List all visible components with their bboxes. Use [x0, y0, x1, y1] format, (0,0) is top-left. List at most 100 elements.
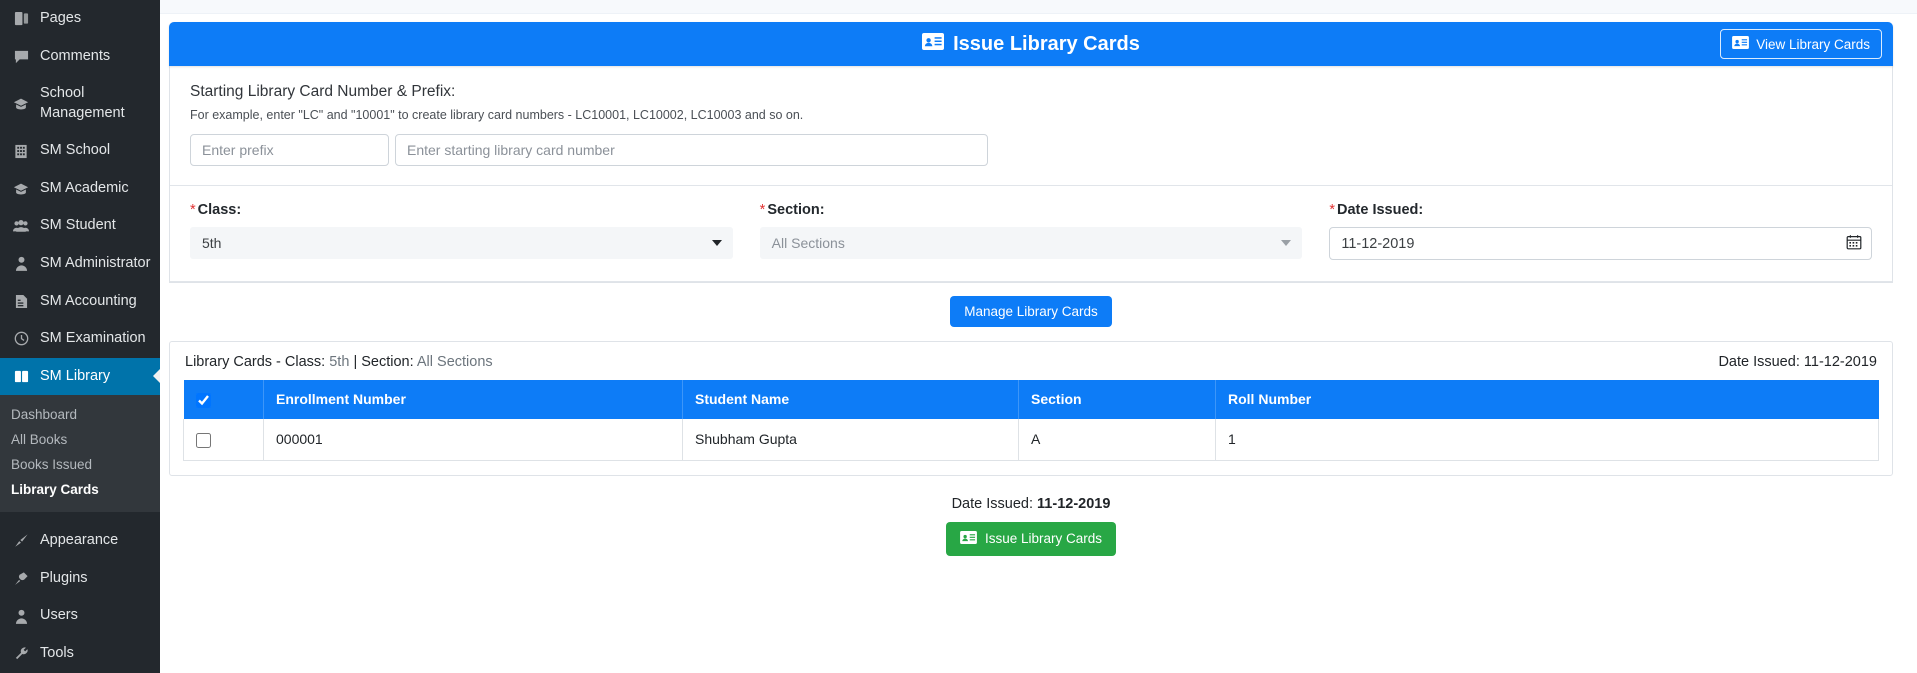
sidebar-item-users[interactable]: Users [0, 597, 160, 635]
plug-icon [11, 571, 31, 586]
date-issued-label-text: Date Issued: [1337, 202, 1424, 218]
sidebar-item-label: SM Administrator [40, 254, 151, 271]
date-issued-field: * Date Issued: 11-12-2019 [1329, 202, 1873, 260]
pages-icon [11, 11, 31, 26]
view-library-cards-label: View Library Cards [1756, 36, 1870, 52]
view-library-cards-button[interactable]: View Library Cards [1720, 29, 1882, 59]
sidebar-item-sm-school[interactable]: SM School [0, 132, 160, 170]
date-issued-input[interactable]: 11-12-2019 [1329, 227, 1873, 260]
main-content: Issue Library Cards View Library Cards S… [160, 0, 1917, 673]
top-strip [160, 0, 1917, 14]
sidebar-item-label: SM Accounting [40, 292, 137, 309]
footer-date-value: 11-12-2019 [1037, 495, 1111, 512]
date-issued-label: * Date Issued: [1329, 202, 1872, 218]
graduation-cap-icon [11, 181, 31, 197]
section-label: * Section: [760, 202, 1303, 218]
sidebar-item-pages[interactable]: Pages [0, 0, 160, 38]
column-header-section[interactable]: Section [1018, 380, 1216, 419]
select-all-checkbox[interactable] [195, 392, 211, 408]
results-date-issued-label: Date Issued: [1718, 354, 1800, 370]
sidebar-item-sm-academic[interactable]: SM Academic [0, 170, 160, 208]
sidebar-item-sm-examination[interactable]: SM Examination [0, 320, 160, 358]
column-header-student-name[interactable]: Student Name [682, 380, 1019, 419]
column-header-enrollment-number[interactable]: Enrollment Number [263, 380, 683, 419]
sidebar-item-label: Appearance [40, 532, 119, 549]
sidebar-item-label: Users [40, 607, 78, 624]
sidebar-subitem-library-cards[interactable]: Library Cards [0, 477, 160, 502]
required-marker: * [759, 202, 766, 218]
admin-sidebar: Pages Comments School Management SM Scho… [0, 0, 160, 673]
section-select[interactable]: All Sections [759, 227, 1303, 259]
starting-card-number-input[interactable] [395, 134, 988, 166]
issue-library-cards-label: Issue Library Cards [984, 531, 1103, 547]
sidebar-item-school-management[interactable]: School Management [0, 75, 160, 132]
sidebar-item-label: Comments [40, 47, 111, 64]
comments-icon [11, 49, 31, 64]
graduation-cap-icon [11, 96, 31, 112]
chevron-down-icon [1281, 240, 1292, 246]
results-heading-class: 5th [329, 354, 350, 370]
sidebar-item-comments[interactable]: Comments [0, 38, 160, 76]
column-header-roll-number[interactable]: Roll Number [1215, 380, 1879, 419]
sidebar-item-label: Pages [40, 10, 82, 26]
footer-date-issued: Date Issued: 11-12-2019 [169, 496, 1893, 512]
results-header: Library Cards - Class: 5th | Section: Al… [183, 354, 1879, 380]
building-icon [11, 144, 31, 159]
issue-library-cards-button[interactable]: Issue Library Cards [945, 521, 1117, 556]
library-cards-results-panel: Library Cards - Class: 5th | Section: Al… [169, 341, 1893, 476]
sidebar-submenu-library: Dashboard All Books Books Issued Library… [0, 395, 160, 513]
manage-library-cards-button[interactable]: Manage Library Cards [950, 296, 1112, 327]
table-head: Enrollment Number Student Name Section R… [183, 380, 1879, 419]
issue-footer: Date Issued: 11-12-2019 Issue Library Ca… [169, 476, 1893, 556]
cell-student-name: Shubham Gupta [682, 418, 1019, 461]
section-field: * Section: All Sections [759, 202, 1303, 260]
sidebar-item-label: School Management [40, 85, 125, 121]
sidebar-item-tools[interactable]: Tools [0, 635, 160, 673]
page-title-text: Issue Library Cards [953, 32, 1140, 55]
row-select-cell [183, 418, 264, 461]
sidebar-item-plugins[interactable]: Plugins [0, 560, 160, 598]
row-select-checkbox[interactable] [196, 432, 211, 448]
class-label-text: Class: [197, 202, 242, 218]
sidebar-subitem-books-issued[interactable]: Books Issued [0, 452, 160, 477]
results-heading-section-label: Section: [361, 354, 414, 370]
sidebar-subitem-dashboard[interactable]: Dashboard [0, 402, 160, 427]
page-header-bar: Issue Library Cards View Library Cards [169, 22, 1893, 66]
table-header-row: Enrollment Number Student Name Section R… [183, 380, 1879, 419]
class-select-value: 5th [202, 235, 222, 251]
sidebar-item-sm-student[interactable]: SM Student [0, 207, 160, 245]
chevron-down-icon [711, 240, 722, 246]
sidebar-item-appearance[interactable]: Appearance [0, 522, 160, 560]
sidebar-item-sm-library[interactable]: SM Library [0, 357, 160, 396]
sidebar-subitem-all-books[interactable]: All Books [0, 427, 160, 452]
table-body: 000001 Shubham Gupta A 1 [183, 418, 1879, 461]
results-heading-section: All Sections [416, 354, 493, 370]
results-date-issued-value: 11-12-2019 [1803, 354, 1877, 370]
sidebar-item-sm-accounting[interactable]: SM Accounting [0, 283, 160, 321]
prefix-input[interactable] [190, 134, 389, 166]
footer-date-label: Date Issued: [951, 495, 1033, 512]
prefix-section-help-text: For example, enter "LC" and "10001" to c… [190, 108, 804, 122]
wrench-icon [11, 646, 31, 661]
prefix-section-title: Starting Library Card Number & Prefix: [190, 83, 456, 100]
page-title: Issue Library Cards [922, 32, 1140, 56]
table-row[interactable]: 000001 Shubham Gupta A 1 [183, 418, 1879, 461]
sidebar-item-label: SM Student [40, 217, 116, 234]
issue-form-panel: Starting Library Card Number & Prefix: F… [169, 66, 1893, 283]
required-marker: * [1329, 202, 1335, 218]
library-cards-table: Enrollment Number Student Name Section R… [183, 380, 1879, 461]
calendar-icon[interactable] [1846, 234, 1862, 254]
section-label-text: Section: [767, 202, 825, 218]
students-group-icon [11, 219, 31, 233]
document-icon [11, 294, 31, 309]
class-select[interactable]: 5th [190, 227, 733, 259]
clock-icon [11, 331, 31, 346]
sidebar-item-label: SM Examination [40, 330, 146, 347]
id-card-icon [922, 32, 945, 56]
sidebar-item-sm-administrator[interactable]: SM Administrator [0, 245, 160, 283]
sidebar-item-label: SM Academic [40, 179, 129, 196]
sidebar-item-label: SM Library [40, 367, 111, 384]
date-issued-value: 11-12-2019 [1341, 235, 1415, 252]
sidebar-item-label: Plugins [40, 569, 88, 586]
id-card-icon [960, 530, 977, 547]
